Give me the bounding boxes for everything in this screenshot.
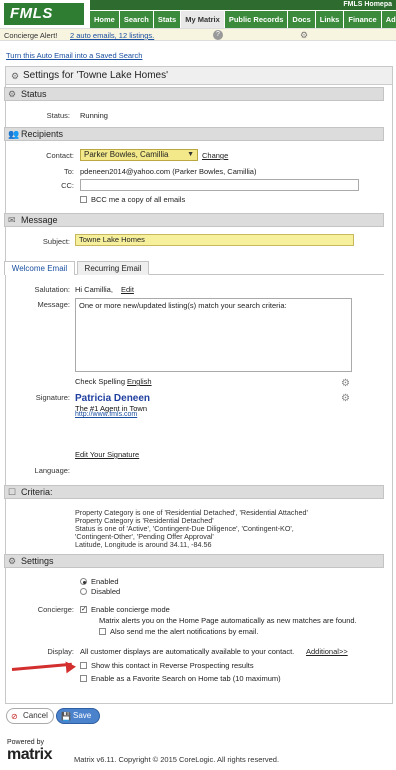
- contact-selected-value: Parker Bowles, Camillia: [84, 150, 169, 159]
- concierge-alert-label: Concierge Alert!: [4, 31, 58, 40]
- settings-icon: ⚙: [11, 71, 20, 81]
- gear-icon[interactable]: ⚙: [300, 30, 308, 41]
- message-icon: ✉: [8, 215, 16, 225]
- message-label: Message:: [37, 300, 70, 309]
- save-button[interactable]: 💾 Save: [56, 708, 100, 724]
- to-value: pdeneen2014@yahoo.com (Parker Bowles, Ca…: [80, 167, 257, 176]
- nav-ad[interactable]: Ad: [381, 11, 396, 28]
- help-icon[interactable]: ?: [213, 30, 223, 40]
- people-icon: 👥: [8, 129, 20, 139]
- recipients-section-title: Recipients: [21, 129, 64, 139]
- criteria-line: Latitude, Longitude is around 34.11, -84…: [75, 540, 212, 549]
- salutation-value: Hi Camillia,: [75, 285, 113, 294]
- save-button-label: Save: [73, 711, 92, 720]
- check-spelling-label: Check Spelling: [75, 377, 126, 386]
- tab-recurring-email[interactable]: Recurring Email: [77, 261, 149, 275]
- salutation-edit-link[interactable]: Edit: [121, 285, 134, 294]
- panel-header: ⚙ Settings for 'Towne Lake Homes': [6, 67, 392, 85]
- page-title: Settings for 'Towne Lake Homes': [23, 70, 168, 81]
- status-icon: ⚙: [8, 89, 17, 99]
- message-textarea[interactable]: One or more new/updated listing(s) match…: [75, 298, 352, 372]
- gear-icon[interactable]: ⚙: [341, 378, 350, 389]
- bcc-checkbox[interactable]: [80, 196, 87, 203]
- concierge-mode-checkbox[interactable]: [80, 605, 87, 613]
- enabled-label: Enabled: [91, 577, 119, 586]
- concierge-email-checkbox[interactable]: [99, 628, 106, 635]
- status-section-title: Status: [21, 89, 47, 99]
- nav-public-records[interactable]: Public Records: [224, 11, 289, 28]
- concierge-mode-label: Enable concierge mode: [91, 605, 170, 614]
- bcc-label: BCC me a copy of all emails: [91, 195, 186, 204]
- gear-icon[interactable]: ⚙: [341, 393, 350, 404]
- nav-links[interactable]: Links: [315, 11, 345, 28]
- salutation-label: Salutation:: [34, 285, 70, 294]
- concierge-email-label: Also send me the alert notifications by …: [110, 627, 259, 636]
- matrix-logo: matrix: [7, 746, 53, 763]
- disabled-radio[interactable]: [80, 588, 87, 595]
- tab-welcome-email[interactable]: Welcome Email: [4, 261, 75, 275]
- message-section-title: Message: [21, 215, 58, 225]
- nav-docs[interactable]: Docs: [288, 11, 316, 28]
- concierge-label: Concierge:: [37, 605, 74, 614]
- status-section-header[interactable]: ⚙ Status: [4, 87, 384, 101]
- enabled-radio[interactable]: [80, 578, 87, 585]
- edit-signature-link[interactable]: Edit Your Signature: [75, 450, 139, 459]
- annotation-arrow-head: [65, 660, 77, 674]
- message-section-header[interactable]: ✉ Message: [4, 213, 384, 227]
- to-label: To:: [63, 167, 74, 176]
- display-label: Display:: [47, 647, 74, 656]
- signature-name: Patricia Deneen: [75, 393, 151, 404]
- settings-section-title: Settings: [21, 556, 54, 566]
- settings-icon: ⚙: [8, 556, 17, 566]
- display-text: All customer displays are automatically …: [80, 647, 295, 656]
- disabled-label: Disabled: [91, 587, 121, 596]
- nav-home[interactable]: Home: [90, 11, 120, 28]
- cancel-button[interactable]: ⊘ Cancel: [6, 708, 54, 724]
- convert-to-saved-search-link[interactable]: Turn this Auto Email into a Saved Search: [6, 51, 142, 60]
- signature-label: Signature:: [35, 393, 70, 402]
- chevron-down-icon: ▼: [187, 151, 194, 158]
- additional-link[interactable]: Additional>>: [306, 647, 348, 656]
- change-contact-link[interactable]: Change: [202, 151, 228, 160]
- contact-select[interactable]: Parker Bowles, Camillia ▼: [80, 149, 198, 161]
- nav-finance[interactable]: Finance: [344, 11, 382, 28]
- reverse-prospecting-label: Show this contact in Reverse Prospecting…: [91, 661, 254, 670]
- cancel-icon: ⊘: [11, 712, 18, 721]
- main-nav: Home Search Stats My Matrix Public Recor…: [90, 11, 396, 28]
- save-icon: 💾: [61, 712, 71, 721]
- status-label: Status:: [46, 111, 70, 120]
- nav-stats[interactable]: Stats: [153, 11, 182, 28]
- signature-link[interactable]: http://www.fmls.com: [75, 411, 137, 418]
- reverse-prospecting-checkbox[interactable]: [80, 662, 87, 669]
- homepage-label[interactable]: FMLS Homepa: [90, 0, 396, 10]
- fmls-logo[interactable]: FMLS: [4, 3, 84, 25]
- criteria-section-header[interactable]: ☐ Criteria:: [4, 485, 384, 499]
- checkbox-icon: ☐: [8, 487, 17, 497]
- cancel-button-label: Cancel: [23, 711, 48, 720]
- nav-my-matrix[interactable]: My Matrix: [181, 11, 225, 28]
- subject-input[interactable]: Towne Lake Homes: [75, 234, 354, 246]
- copyright-text: Matrix v6.11. Copyright © 2015 CoreLogic…: [74, 755, 280, 764]
- favorite-search-checkbox[interactable]: [80, 675, 87, 682]
- cc-label: CC:: [61, 181, 74, 190]
- concierge-description: Matrix alerts you on the Home Page autom…: [99, 616, 357, 625]
- top-header: FMLS FMLS Homepa Home Search Stats My Ma…: [0, 0, 396, 28]
- subject-label: Subject:: [42, 237, 70, 246]
- status-value: Running: [80, 111, 108, 120]
- concierge-alert-bar: Concierge Alert! 2 auto emails, 12 listi…: [0, 28, 396, 41]
- settings-section-header[interactable]: ⚙ Settings: [4, 554, 384, 568]
- concierge-alert-link[interactable]: 2 auto emails, 12 listings.: [70, 31, 154, 40]
- nav-search[interactable]: Search: [119, 11, 154, 28]
- cc-input[interactable]: [80, 179, 359, 191]
- criteria-section-title: Criteria:: [21, 487, 53, 497]
- favorite-search-label: Enable as a Favorite Search on Home tab …: [91, 674, 281, 683]
- contact-label: Contact:: [46, 151, 74, 160]
- spelling-language-link[interactable]: English: [127, 377, 152, 386]
- powered-by-label: Powered by: [7, 739, 44, 746]
- recipients-section-header[interactable]: 👥 Recipients: [4, 127, 384, 141]
- language-label: Language:: [34, 466, 70, 475]
